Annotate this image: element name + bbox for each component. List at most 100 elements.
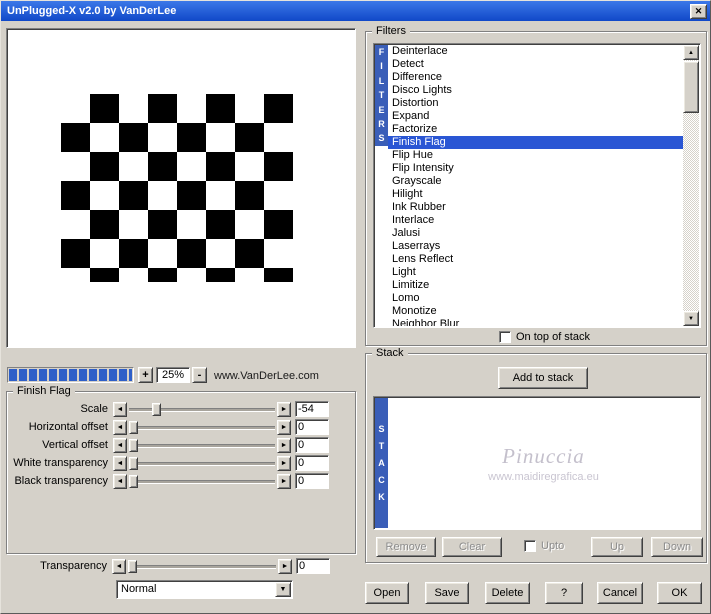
zoom-level-display: 25% [156, 367, 190, 383]
slider-label: Scale [80, 403, 108, 415]
filter-list-item[interactable]: Neighbor Blur [388, 318, 683, 326]
slider-value-input[interactable] [295, 473, 329, 489]
slider-label: Horizontal offset [28, 421, 108, 433]
scroll-up-button[interactable]: ▲ [683, 45, 699, 60]
add-to-stack-button[interactable]: Add to stack [498, 367, 588, 389]
slider-thumb[interactable] [129, 456, 138, 470]
slider-increment-button[interactable]: ► [277, 401, 291, 417]
slider-increment-button[interactable]: ► [277, 437, 291, 453]
slider-increment-button[interactable]: ► [277, 455, 291, 471]
slider-decrement-button[interactable]: ◄ [113, 401, 127, 417]
help-button[interactable]: ? [545, 582, 583, 604]
upto-label: Upto [541, 540, 565, 552]
upto-checkbox[interactable] [524, 540, 536, 552]
watermark-title: Pinuccia [502, 443, 585, 468]
slider-value-input[interactable] [295, 437, 329, 453]
slider-thumb[interactable] [128, 559, 137, 573]
slider-label: White transparency [13, 457, 108, 469]
down-button[interactable]: Down [651, 537, 703, 557]
stack-listbox[interactable]: STACK Pinuccia www.maidiregrafica.eu [373, 396, 701, 530]
slider-decrement-button[interactable]: ◄ [113, 473, 127, 489]
filter-list-item[interactable]: Difference [388, 71, 683, 84]
filters-listbox[interactable]: FILTERS Deinterlace Detect Difference Disco… [373, 43, 701, 328]
delete-button[interactable]: Delete [485, 582, 530, 604]
slider-increment-button[interactable]: ► [277, 419, 291, 435]
filter-list-item[interactable]: Jalusi [388, 227, 683, 240]
zoom-in-button[interactable]: + [138, 367, 153, 383]
filter-list-item[interactable]: Deinterlace [388, 45, 683, 58]
slider-label: Transparency [40, 560, 107, 572]
filter-list-item[interactable]: Hilight [388, 188, 683, 201]
slider-thumb[interactable] [129, 474, 138, 488]
save-button[interactable]: Save [425, 582, 469, 604]
slider-decrement-button[interactable]: ◄ [113, 455, 127, 471]
filter-list-item[interactable]: Disco Lights [388, 84, 683, 97]
on-top-of-stack-checkbox[interactable] [499, 331, 511, 343]
slider-decrement-button[interactable]: ◄ [112, 558, 126, 574]
slider-increment-button[interactable]: ► [278, 558, 292, 574]
slider-track[interactable] [129, 420, 275, 435]
finish-flag-group-label: Finish Flag [13, 385, 75, 398]
checkerboard-preview [61, 94, 293, 282]
scrollbar-thumb[interactable] [683, 61, 699, 113]
slider-track[interactable] [129, 402, 275, 417]
filters-scrollbar[interactable]: ▲ ▼ [683, 45, 699, 326]
slider-track[interactable] [129, 474, 275, 489]
progress-bar [7, 367, 134, 383]
stack-group: Stack Add to stack STACK Pinuccia www.ma… [365, 347, 707, 563]
slider-decrement-button[interactable]: ◄ [113, 419, 127, 435]
slider-decrement-button[interactable]: ◄ [113, 437, 127, 453]
on-top-of-stack-label: On top of stack [516, 331, 590, 343]
filter-list-item[interactable]: Detect [388, 58, 683, 71]
filter-list-item[interactable]: Limitize [388, 279, 683, 292]
slider-thumb[interactable] [152, 402, 162, 416]
slider-label: Black transparency [14, 475, 108, 487]
close-button[interactable]: ✕ [690, 4, 707, 19]
filter-list-item[interactable]: Interlace [388, 214, 683, 227]
upto-row: Upto [524, 540, 564, 552]
slider-track[interactable] [128, 559, 276, 574]
open-button[interactable]: Open [365, 582, 409, 604]
filter-list-item[interactable]: Lomo [388, 292, 683, 305]
filter-list-item[interactable]: Factorize [388, 123, 683, 136]
clear-button[interactable]: Clear [442, 537, 502, 557]
chevron-down-icon: ▼ [279, 586, 287, 593]
filter-list-item[interactable]: Expand [388, 110, 683, 123]
filter-list-item[interactable]: Monotize [388, 305, 683, 318]
unplugged-x-dialog: UnPlugged-X v2.0 by VanDerLee ✕ + 25% - … [0, 0, 711, 614]
slider-track[interactable] [129, 456, 275, 471]
scroll-down-button[interactable]: ▼ [683, 311, 699, 326]
slider-track[interactable] [129, 438, 275, 453]
vendor-website-link[interactable]: www.VanDerLee.com [214, 370, 319, 382]
title-bar: UnPlugged-X v2.0 by VanDerLee [1, 1, 710, 21]
filter-list-item[interactable]: Ink Rubber [388, 201, 683, 214]
filter-list-item[interactable]: Grayscale [388, 175, 683, 188]
preview-pane[interactable] [6, 28, 356, 348]
up-button[interactable]: Up [591, 537, 643, 557]
filter-list-item[interactable]: Flip Hue [388, 149, 683, 162]
remove-button[interactable]: Remove [376, 537, 436, 557]
filter-list-item[interactable]: Laserrays [388, 240, 683, 253]
zoom-out-button[interactable]: - [192, 367, 207, 383]
combobox-dropdown-button[interactable]: ▼ [275, 582, 291, 597]
slider-thumb[interactable] [129, 420, 138, 434]
filter-list-item[interactable]: Flip Intensity [388, 162, 683, 175]
filter-list-item[interactable]: Light [388, 266, 683, 279]
on-top-of-stack-row: On top of stack [499, 331, 590, 343]
filter-list-item[interactable]: Lens Reflect [388, 253, 683, 266]
finish-flag-group: Finish Flag Scale ◄ ► Horizontal offset ◄ ► Ve… [6, 385, 356, 554]
slider-value-input[interactable] [295, 419, 329, 435]
slider-value-input[interactable] [295, 401, 329, 417]
transparency-row: Transparency ◄ ► [10, 558, 330, 576]
slider-value-input[interactable] [296, 558, 330, 574]
slider-value-input[interactable] [295, 455, 329, 471]
blend-mode-combobox[interactable]: Normal ▼ [116, 580, 293, 599]
slider-increment-button[interactable]: ► [277, 473, 291, 489]
filter-list-item[interactable]: Finish Flag [388, 136, 683, 149]
cancel-button[interactable]: Cancel [597, 582, 643, 604]
slider-thumb[interactable] [129, 438, 138, 452]
stack-strip: STACK [375, 398, 388, 528]
filter-list-item[interactable]: Distortion [388, 97, 683, 110]
ok-button[interactable]: OK [657, 582, 702, 604]
window-title: UnPlugged-X v2.0 by VanDerLee [7, 5, 177, 17]
